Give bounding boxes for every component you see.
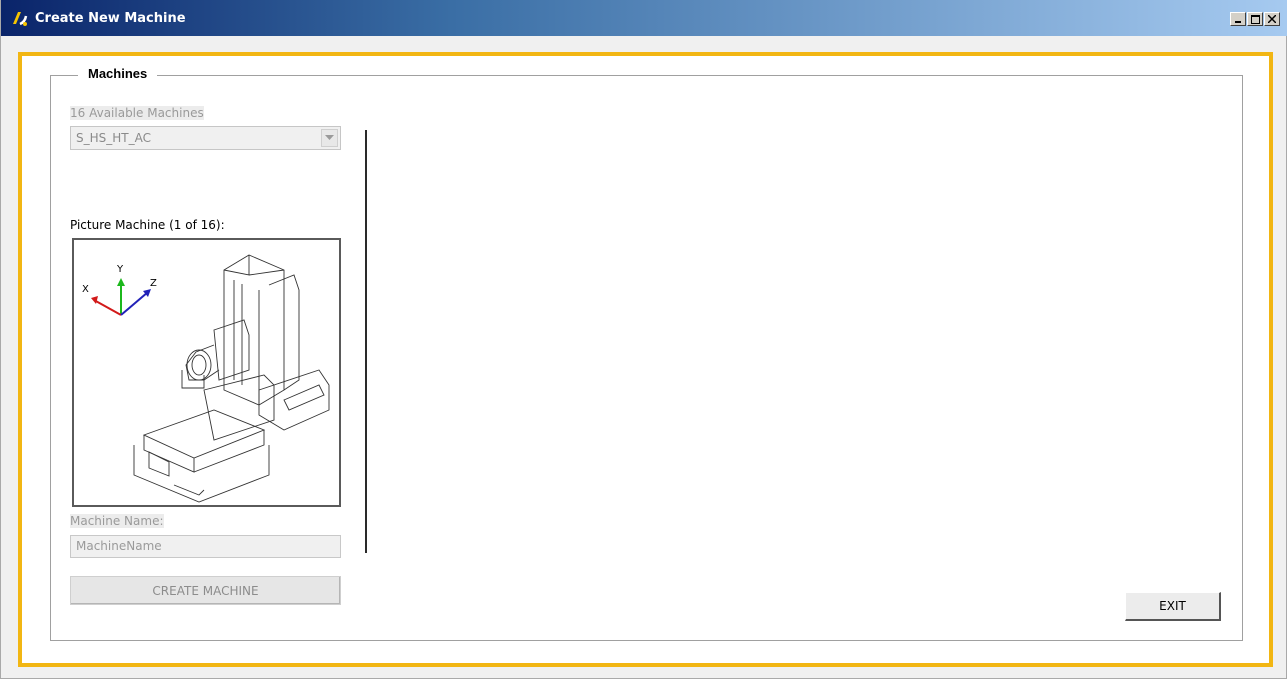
minimize-button[interactable]	[1230, 12, 1246, 26]
machine-name-label: Machine Name:	[70, 514, 164, 528]
axis-label-z: Z	[150, 278, 157, 289]
picture-machine-label: Picture Machine (1 of 16):	[70, 218, 225, 232]
machine-select-value: S_HS_HT_AC	[76, 131, 151, 145]
window-title: Create New Machine	[35, 10, 186, 26]
close-button[interactable]	[1264, 12, 1280, 26]
create-machine-button[interactable]: CREATE MACHINE	[70, 576, 341, 605]
axis-label-y: Y	[116, 264, 124, 275]
app-logo-icon	[10, 8, 30, 28]
available-machines-label: 16 Available Machines	[70, 106, 204, 120]
minimize-icon	[1235, 21, 1241, 23]
exit-button[interactable]: EXIT	[1125, 592, 1221, 621]
dropdown-button[interactable]	[321, 129, 338, 147]
close-icon	[1268, 15, 1276, 23]
maximize-button[interactable]	[1247, 12, 1263, 26]
axis-label-x: X	[82, 284, 89, 295]
window-controls	[1229, 12, 1280, 26]
machine-picture: Y X Z	[72, 238, 341, 507]
title-bar[interactable]: Create New Machine	[1, 0, 1287, 36]
machine-illustration: Y X Z	[82, 254, 330, 503]
maximize-icon	[1250, 14, 1260, 24]
chevron-down-icon	[325, 135, 334, 140]
machine-name-input[interactable]: MachineName	[70, 535, 341, 558]
machines-group-title: Machines	[78, 66, 158, 81]
vertical-divider	[365, 130, 367, 553]
machine-select[interactable]: S_HS_HT_AC	[70, 126, 341, 150]
